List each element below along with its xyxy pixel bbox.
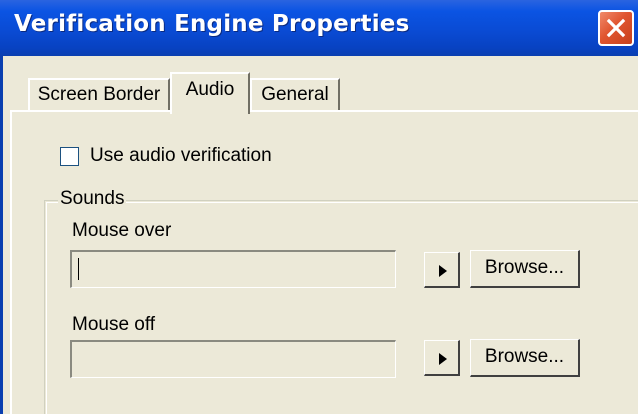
mouse-off-browse-button[interactable]: Browse... (470, 339, 580, 377)
mouse-over-browse-button[interactable]: Browse... (470, 250, 580, 288)
use-audio-label[interactable]: Use audio verification (90, 145, 272, 167)
mouse-off-sound-field[interactable] (70, 340, 396, 378)
tab-label: Screen Border (37, 84, 161, 105)
sounds-group-label: Sounds (58, 188, 127, 210)
play-icon (439, 353, 447, 365)
text-caret (78, 258, 79, 280)
mouse-off-play-button[interactable] (424, 340, 460, 376)
mouse-off-label: Mouse off (72, 314, 156, 335)
tab-screen-border[interactable]: Screen Border (28, 78, 170, 112)
window-left-border (0, 56, 3, 414)
tab-label: General (261, 84, 329, 105)
play-icon (439, 265, 447, 277)
title-bar[interactable]: Verification Engine Properties (0, 0, 638, 56)
tab-general[interactable]: General (250, 78, 340, 112)
window-title: Verification Engine Properties (14, 11, 410, 37)
close-button[interactable] (598, 10, 634, 46)
mouse-over-sound-field[interactable] (70, 250, 396, 288)
tab-audio[interactable]: Audio (170, 72, 250, 114)
tab-label: Audio (185, 79, 235, 100)
close-icon (606, 18, 626, 38)
use-audio-checkbox[interactable] (60, 147, 79, 166)
properties-dialog: Verification Engine Properties Screen Bo… (0, 0, 638, 414)
mouse-over-play-button[interactable] (424, 252, 460, 288)
mouse-over-label: Mouse over (72, 220, 172, 241)
